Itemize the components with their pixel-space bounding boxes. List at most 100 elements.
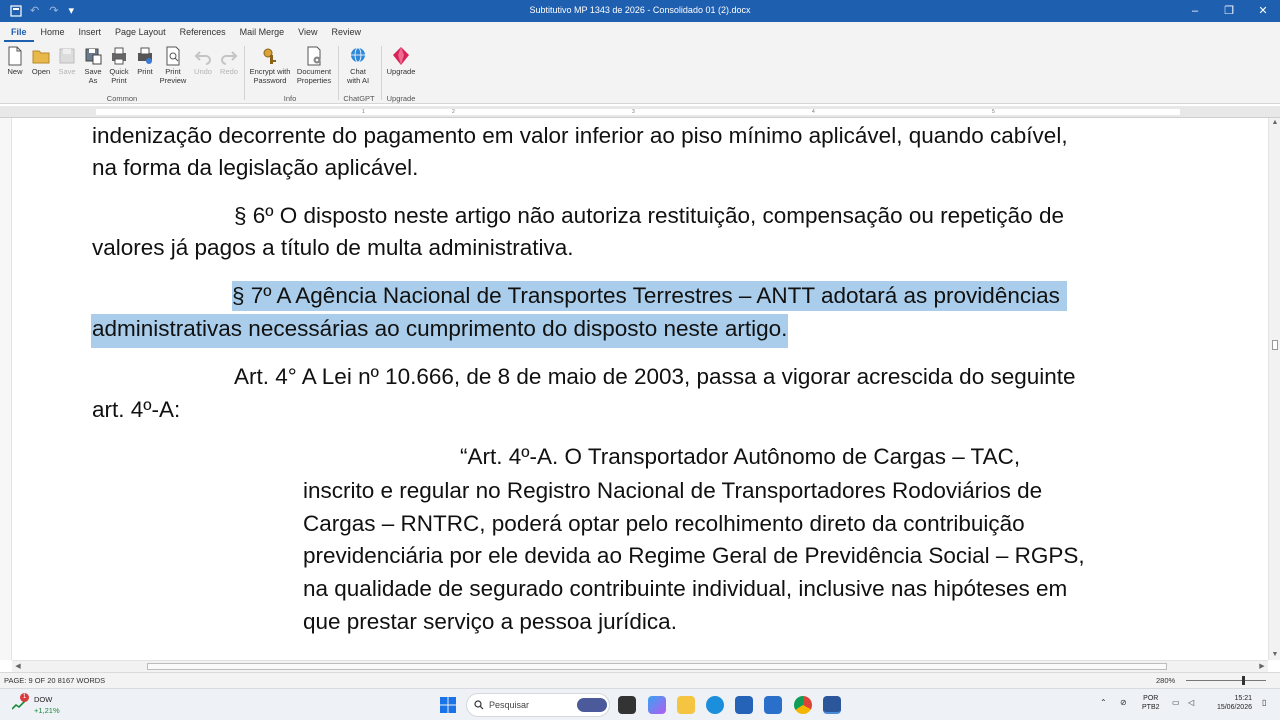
word-processor-icon[interactable]: [823, 696, 841, 714]
outlook-icon[interactable]: [764, 696, 782, 714]
ruler-text-area: 1 2 3 4 5: [96, 109, 1180, 115]
encrypt-button[interactable]: Encrypt with Password: [249, 46, 291, 85]
key-icon: [263, 48, 276, 64]
open-label: Open: [31, 67, 51, 76]
save-as-button[interactable]: Save As: [79, 46, 107, 85]
document-page[interactable]: indenização decorrente do pagamento em v…: [12, 118, 1268, 660]
keyboard-layout: PTB2: [1142, 704, 1160, 711]
language-indicator[interactable]: POR PTB2: [1142, 694, 1160, 712]
window-controls: – ❐ ✕: [1178, 0, 1280, 22]
window-title: Subtitutivo MP 1343 de 2026 - Consolidad…: [529, 5, 751, 15]
quick-print-icon: [112, 47, 126, 65]
title-bar: ↶ ↷ ▾ Subtitutivo MP 1343 de 2026 - Cons…: [0, 0, 1280, 22]
vertical-scrollbar[interactable]: ▲ ▼: [1268, 118, 1280, 660]
open-button[interactable]: Open: [27, 46, 55, 77]
search-highlight-icon: [577, 698, 607, 712]
redo-icon: [221, 51, 238, 65]
document-properties-button[interactable]: Document Properties: [294, 46, 334, 85]
volume-icon[interactable]: ◁: [1188, 698, 1194, 707]
redo-button[interactable]: Redo: [215, 46, 243, 77]
print-button[interactable]: Print: [131, 46, 159, 77]
tab-mail-merge[interactable]: Mail Merge: [233, 22, 292, 42]
chrome-icon[interactable]: [794, 696, 812, 714]
tab-file[interactable]: File: [4, 22, 34, 42]
redo-label: Redo: [220, 67, 238, 76]
save-button[interactable]: Save: [53, 46, 81, 77]
upgrade-button[interactable]: Upgrade: [385, 46, 417, 77]
network-icon[interactable]: ⊘: [1120, 698, 1127, 707]
new-document-icon: [8, 46, 22, 66]
tab-insert[interactable]: Insert: [72, 22, 109, 42]
undo-label: Undo: [194, 67, 212, 76]
clock-date: 15/06/2026: [1216, 704, 1252, 711]
display-icon[interactable]: ▭: [1172, 698, 1180, 707]
taskbar-search[interactable]: Pesquisar: [466, 693, 610, 717]
undo-button[interactable]: Undo: [189, 46, 217, 77]
scroll-thumb[interactable]: [1272, 340, 1278, 350]
language-code: POR: [1143, 695, 1159, 702]
tab-review[interactable]: Review: [325, 22, 369, 42]
print-preview-label-2: Preview: [159, 75, 187, 85]
tab-view[interactable]: View: [291, 22, 324, 42]
upgrade-label: Upgrade: [386, 67, 416, 76]
vertical-ruler[interactable]: [0, 118, 12, 660]
copilot-icon[interactable]: [648, 696, 666, 714]
save-icon: [59, 48, 75, 64]
horizontal-scrollbar[interactable]: ◀ ▶: [12, 660, 1268, 672]
selected-text-line: administrativas necessárias ao cumprimen…: [91, 314, 789, 348]
edge-browser-icon[interactable]: [706, 696, 724, 714]
store-icon[interactable]: [735, 696, 753, 714]
group-label-info: Info: [283, 94, 297, 103]
stock-change: +1,21%: [34, 706, 60, 715]
chat-label-2: with AI: [346, 75, 370, 85]
minimize-button[interactable]: –: [1178, 0, 1212, 22]
group-separator: [338, 46, 339, 100]
horizontal-ruler[interactable]: 1 2 3 4 5: [0, 106, 1280, 118]
tab-home[interactable]: Home: [34, 22, 72, 42]
new-button[interactable]: New: [1, 46, 29, 77]
ruler-tick: 3: [632, 109, 635, 115]
windows-start-icon[interactable]: [440, 697, 456, 713]
search-placeholder: Pesquisar: [489, 700, 530, 710]
tab-page-layout[interactable]: Page Layout: [108, 22, 173, 42]
print-preview-button[interactable]: Print Preview: [159, 46, 187, 85]
scroll-thumb-horizontal[interactable]: [147, 663, 1167, 670]
quote-line: na qualidade de segurado contribuinte in…: [303, 576, 1068, 601]
notifications-icon[interactable]: ▯: [1262, 698, 1266, 707]
quote-line: Cargas – RNTRC, poderá optar pelo recolh…: [303, 511, 1025, 536]
quote-line: que prestar serviço a pessoa jurídica.: [303, 609, 677, 634]
status-bar: PAGE: 9 OF 20 8167 WORDS 280%: [0, 672, 1280, 688]
tray-overflow-icon[interactable]: ⌃: [1100, 698, 1107, 707]
quote-line: “Art. 4º-A. O Transportador Autônomo de …: [460, 444, 1021, 469]
quote-line: previdenciária por ele devida ao Regime …: [303, 543, 1085, 568]
scroll-up-icon[interactable]: ▲: [1269, 118, 1280, 128]
restore-button[interactable]: ❐: [1212, 0, 1246, 22]
save-as-label-2: As: [88, 75, 98, 85]
diamond-icon: [393, 47, 409, 65]
system-clock[interactable]: 15:21 15/06/2026: [1204, 694, 1252, 712]
paragraph-line: Art. 4° A Lei nº 10.666, de 8 de maio de…: [234, 364, 1076, 389]
notification-badge: 1: [20, 693, 29, 702]
save-as-icon: [85, 48, 102, 65]
document-properties-icon: [307, 46, 321, 66]
paragraph-line: § 6º O disposto neste artigo não autoriz…: [234, 203, 1064, 228]
close-button[interactable]: ✕: [1246, 0, 1280, 22]
scroll-down-icon[interactable]: ▼: [1269, 650, 1280, 660]
search-icon: [474, 700, 484, 710]
quick-print-button[interactable]: Quick Print: [105, 46, 133, 85]
tab-references[interactable]: References: [173, 22, 233, 42]
paragraph-line: indenização decorrente do pagamento em v…: [92, 123, 1068, 148]
zoom-slider[interactable]: [1186, 680, 1266, 681]
group-separator: [244, 46, 245, 100]
file-explorer-icon[interactable]: [677, 696, 695, 714]
save-label: Save: [58, 67, 76, 76]
taskbar: 1 DOW +1,21% Pesquisar ⌃ ⊘ POR PTB2 ▭ ◁ …: [0, 688, 1280, 720]
task-view-icon[interactable]: [618, 696, 636, 714]
open-folder-icon: [32, 50, 50, 64]
paragraph-line: valores já pagos a título de multa admin…: [92, 235, 574, 260]
chat-with-ai-button[interactable]: Chat with AI: [343, 46, 373, 85]
zoom-level[interactable]: 280%: [1156, 676, 1175, 685]
quick-print-label-2: Print: [111, 75, 127, 85]
ruler-tick: 4: [812, 109, 815, 115]
zoom-slider-handle[interactable]: [1242, 676, 1245, 685]
